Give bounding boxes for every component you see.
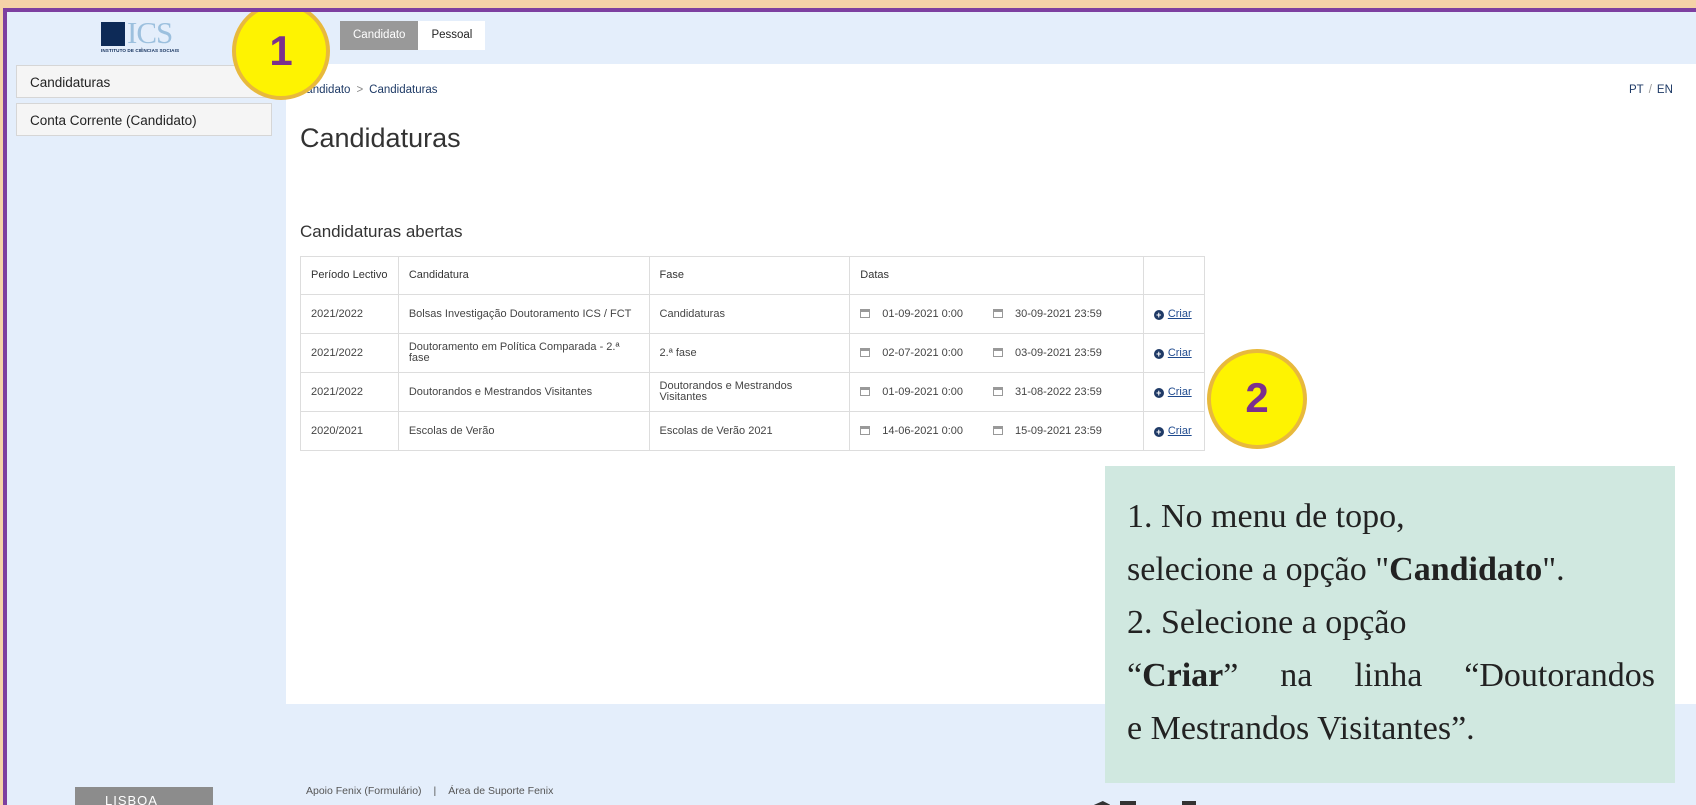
calendar-icon — [993, 308, 1004, 318]
logo-block — [101, 22, 125, 46]
calendar-icon — [993, 347, 1004, 357]
table-row: 2021/2022 Bolsas Investigação Doutoramen… — [300, 294, 1206, 334]
note-line-2-pre: selecione a opção " — [1127, 551, 1390, 588]
calendar-icon — [993, 425, 1004, 435]
calendar-icon — [860, 425, 871, 435]
note-line-4: “Criar” na linha “Doutorandos — [1127, 649, 1655, 702]
language-switch: PT / EN — [1629, 84, 1673, 96]
plus-circle-icon[interactable]: + — [1153, 309, 1164, 320]
calendar-icon — [860, 308, 871, 318]
ics-logo[interactable]: ICS INSTITUTO DE CIÊNCIAS SOCIAIS — [101, 17, 191, 56]
section-title: Candidaturas abertas — [300, 222, 463, 241]
cell-acao: + Criar — [1142, 411, 1206, 451]
date-end: 31-08-2022 23:59 — [1015, 385, 1102, 398]
breadcrumb-separator: > — [356, 84, 364, 96]
cell-acao: + Criar — [1142, 294, 1206, 334]
calendar-icon — [993, 386, 1004, 396]
candidaturas-table: Período Lectivo Candidatura Fase Datas 2… — [300, 256, 1206, 451]
date-end: 30-09-2021 23:59 — [1015, 307, 1102, 320]
cell-datas: 01-09-2021 0:00 30-09-2021 23:59 — [849, 294, 1144, 334]
footer-link-apoio[interactable]: Apoio Fenix (Formulário) — [306, 785, 422, 797]
col-fase: Fase — [648, 256, 851, 295]
cell-datas: 14-06-2021 0:00 15-09-2021 23:59 — [849, 411, 1144, 451]
cell-acao: + Criar — [1142, 372, 1206, 412]
note-line-1: 1. No menu de topo, — [1127, 498, 1405, 535]
cell-acao: + Criar — [1142, 333, 1206, 373]
note-line-4-bold: Criar — [1142, 657, 1224, 694]
col-periodo: Período Lectivo — [300, 256, 399, 295]
partner-logo-icon — [1182, 801, 1196, 805]
criar-link[interactable]: Criar — [1168, 386, 1192, 398]
cell-fase: Doutorandos e Mestrandos Visitantes — [648, 372, 851, 412]
plus-circle-icon[interactable]: + — [1153, 387, 1164, 398]
sidebar-item-conta-corrente[interactable]: Conta Corrente (Candidato) — [16, 103, 272, 136]
topnav-pessoal[interactable]: Pessoal — [418, 21, 486, 50]
cell-datas: 02-07-2021 0:00 03-09-2021 23:59 — [849, 333, 1144, 373]
date-start: 01-09-2021 0:00 — [882, 385, 964, 398]
note-line-2-post: ". — [1542, 551, 1565, 588]
criar-link[interactable]: Criar — [1168, 347, 1192, 359]
logo-text: ICS — [127, 15, 173, 50]
note-line-5: e Mestrandos Visitantes”. — [1127, 710, 1475, 747]
cell-fase: Escolas de Verão 2021 — [648, 411, 851, 451]
footer-links: Apoio Fenix (Formulário) | Área de Suporte… — [306, 785, 553, 797]
date-start: 02-07-2021 0:00 — [882, 346, 964, 359]
topnav-candidato[interactable]: Candidato — [340, 21, 419, 50]
page-title: Candidaturas — [300, 123, 461, 153]
sidebar: Candidaturas Conta Corrente (Candidato) — [16, 65, 272, 141]
date-start: 14-06-2021 0:00 — [882, 424, 964, 437]
criar-link[interactable]: Criar — [1168, 308, 1192, 320]
lang-en[interactable]: EN — [1657, 84, 1673, 96]
cell-candidatura: Escolas de Verão — [397, 411, 650, 451]
ulisboa-logo[interactable]: LISBOA — [75, 787, 213, 805]
breadcrumb: Candidato > Candidaturas — [298, 84, 438, 96]
note-line-2-bold: Candidato — [1389, 551, 1543, 588]
date-end: 15-09-2021 23:59 — [1015, 424, 1102, 437]
step-badge-2: 2 — [1207, 349, 1307, 449]
col-acao — [1142, 256, 1206, 295]
partner-logo-icon — [1092, 801, 1110, 805]
cell-fase: Candidaturas — [648, 294, 851, 334]
plus-circle-icon[interactable]: + — [1153, 426, 1164, 437]
table-row: 2020/2021 Escolas de Verão Escolas de Ve… — [300, 411, 1206, 451]
cell-periodo: 2021/2022 — [300, 372, 399, 412]
table-row: 2021/2022 Doutorandos e Mestrandos Visit… — [300, 372, 1206, 412]
date-start: 01-09-2021 0:00 — [882, 307, 964, 320]
table-header-row: Período Lectivo Candidatura Fase Datas — [300, 256, 1206, 295]
app-frame: ICS INSTITUTO DE CIÊNCIAS SOCIAIS Candid… — [3, 8, 1696, 805]
lang-pt[interactable]: PT — [1629, 84, 1644, 96]
cell-periodo: 2021/2022 — [300, 294, 399, 334]
note-line-2: selecione a opção "Candidato". — [1127, 543, 1655, 596]
plus-circle-icon[interactable]: + — [1153, 348, 1164, 359]
cell-periodo: 2021/2022 — [300, 333, 399, 373]
footer-separator: | — [433, 785, 437, 797]
cell-candidatura: Doutorandos e Mestrandos Visitantes — [397, 372, 650, 412]
calendar-icon — [860, 347, 871, 357]
note-line-3: 2. Selecione a opção — [1127, 604, 1407, 641]
partner-logo-icon — [1120, 801, 1136, 805]
footer-link-suporte[interactable]: Área de Suporte Fenix — [448, 785, 553, 797]
criar-link[interactable]: Criar — [1168, 425, 1192, 437]
cell-periodo: 2020/2021 — [300, 411, 399, 451]
cell-datas: 01-09-2021 0:00 31-08-2022 23:59 — [849, 372, 1144, 412]
top-nav: Candidato Pessoal — [340, 21, 486, 50]
breadcrumb-candidaturas[interactable]: Candidaturas — [369, 84, 437, 96]
table-row: 2021/2022 Doutoramento em Política Compa… — [300, 333, 1206, 373]
lang-separator: / — [1648, 84, 1652, 96]
note-line-4-post: ” na linha “Doutorandos — [1223, 657, 1655, 694]
col-datas: Datas — [849, 256, 1144, 295]
cell-candidatura: Doutoramento em Política Comparada - 2.ª… — [397, 333, 650, 373]
note-line-4-pre: “ — [1127, 657, 1143, 694]
cell-fase: 2.ª fase — [648, 333, 851, 373]
cell-candidatura: Bolsas Investigação Doutoramento ICS / F… — [397, 294, 650, 334]
footer-partner-logos — [1092, 797, 1207, 805]
logo-subtitle: INSTITUTO DE CIÊNCIAS SOCIAIS — [101, 48, 180, 53]
date-end: 03-09-2021 23:59 — [1015, 346, 1102, 359]
instruction-note: 1. No menu de topo, selecione a opção "C… — [1105, 466, 1675, 783]
sidebar-item-candidaturas[interactable]: Candidaturas — [16, 65, 272, 98]
col-candidatura: Candidatura — [397, 256, 650, 295]
calendar-icon — [860, 386, 871, 396]
